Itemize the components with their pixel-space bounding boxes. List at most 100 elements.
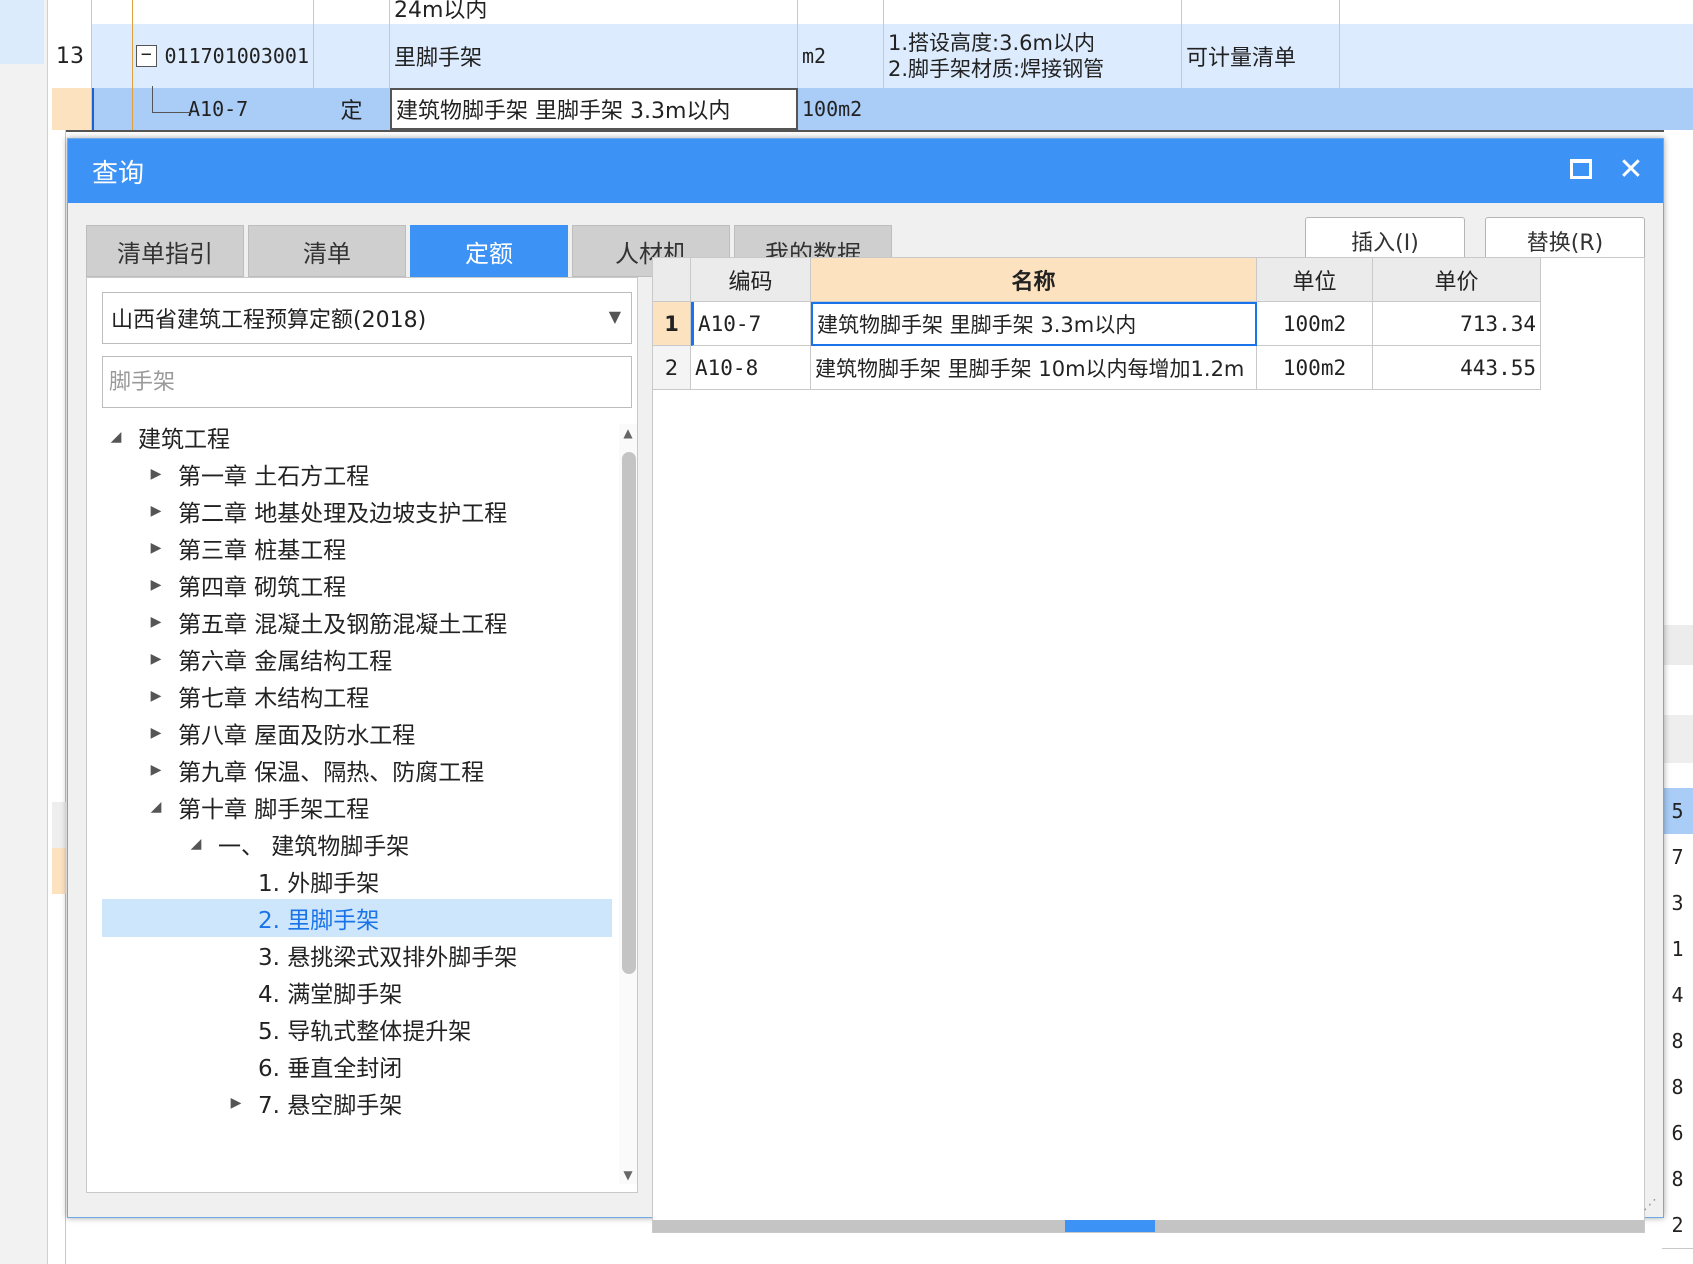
code-cell[interactable]: − 011701003001 — [92, 24, 314, 88]
type-cell[interactable] — [314, 24, 390, 88]
tree-item[interactable]: ▶ 第三章 桩基工程 — [102, 529, 612, 567]
note-cell[interactable] — [1182, 88, 1340, 130]
unit-header[interactable]: 单位 — [1257, 258, 1373, 302]
row-number: 2 — [653, 346, 691, 390]
tree-item-label: 第一章 土石方工程 — [178, 464, 370, 490]
tree-item[interactable]: ▶ 第一章 土石方工程 — [102, 455, 612, 493]
code-header[interactable]: 编码 — [691, 258, 811, 302]
expand-icon[interactable]: ▶ — [148, 540, 164, 556]
close-button[interactable]: ✕ — [1611, 149, 1651, 189]
name-cell[interactable]: 建筑物脚手架 里脚手架 10m以内每增加1.2m — [811, 346, 1257, 390]
quota-library-select[interactable]: 山西省建筑工程预算定额(2018) ▼ — [102, 292, 632, 344]
maximize-button[interactable] — [1561, 149, 1601, 189]
desc-cell[interactable] — [884, 0, 1182, 24]
tree-scrollbar[interactable]: ▲ ▼ — [619, 424, 637, 1184]
type-cell[interactable] — [314, 0, 390, 24]
tab-list-guide[interactable]: 清单指引 — [86, 225, 244, 277]
note-cell[interactable]: 可计量清单 — [1182, 24, 1340, 88]
type-cell[interactable]: 定 — [314, 88, 390, 130]
price-cell[interactable]: 713.34 — [1373, 302, 1541, 346]
scroll-thumb[interactable] — [622, 452, 636, 974]
expand-icon[interactable]: ▶ — [148, 503, 164, 519]
sheet-right-sep — [1664, 625, 1693, 665]
tree-item[interactable]: 4. 满堂脚手架 — [102, 973, 612, 1011]
tree-item-label: 2. 里脚手架 — [258, 908, 380, 934]
tree-item[interactable]: ▶ 7. 悬空脚手架 — [102, 1084, 612, 1122]
code-cell[interactable]: A10-7 — [691, 302, 811, 346]
chevron-down-icon: ▼ — [608, 307, 621, 326]
scroll-down-icon[interactable]: ▼ — [619, 1166, 637, 1184]
collapse-icon[interactable]: − — [136, 45, 157, 67]
note-cell[interactable] — [1182, 0, 1340, 24]
desc-line-2: 2.脚手架材质:焊接钢管 — [888, 57, 1105, 81]
unit-cell[interactable]: m2 — [798, 24, 884, 88]
tree-item[interactable]: ◢ 第十章 脚手架工程 — [102, 788, 612, 826]
expand-icon[interactable]: ▶ — [148, 688, 164, 704]
expanded-icon[interactable]: ◢ — [148, 799, 164, 815]
price-header[interactable]: 单价 — [1373, 258, 1541, 302]
expand-icon[interactable]: ▶ — [148, 466, 164, 482]
expand-icon[interactable]: ▶ — [148, 725, 164, 741]
tree-item-label: 6. 垂直全封闭 — [258, 1056, 403, 1082]
table-hscrollbar[interactable] — [653, 1220, 1644, 1232]
sheet-row[interactable]: 24m以内 — [52, 0, 1693, 25]
tree-item[interactable]: ▶ 第八章 屋面及防水工程 — [102, 714, 612, 752]
sheet-cell-partial: 2 — [1662, 1202, 1693, 1249]
name-header[interactable]: 名称 — [811, 258, 1257, 302]
unit-cell[interactable]: 100m2 — [1257, 302, 1373, 346]
expand-icon[interactable]: ▶ — [148, 651, 164, 667]
row-number: 13 — [52, 24, 92, 88]
expanded-icon[interactable]: ◢ — [188, 836, 204, 852]
code-cell[interactable]: A10-7 — [92, 88, 314, 130]
unit-cell[interactable] — [798, 0, 884, 24]
sheet-row[interactable]: A10-7 定 建筑物脚手架 里脚手架 3.3m以内 100m2 — [52, 88, 1693, 132]
code-cell[interactable]: A10-8 — [691, 346, 811, 390]
tree-item-label: 第三章 桩基工程 — [178, 538, 347, 564]
search-input[interactable] — [102, 356, 632, 408]
tree-item[interactable]: 6. 垂直全封闭 — [102, 1047, 612, 1085]
tree-item-label: 第十章 脚手架工程 — [178, 797, 370, 823]
tree-item[interactable]: 3. 悬挑梁式双排外脚手架 — [102, 936, 612, 974]
sheet-right-header — [1664, 715, 1693, 763]
tree-item[interactable]: 1. 外脚手架 — [102, 862, 612, 900]
expand-icon[interactable]: ▶ — [148, 762, 164, 778]
tree-item[interactable]: ▶ 第四章 砌筑工程 — [102, 566, 612, 604]
code-cell[interactable] — [92, 0, 314, 24]
tab-quota[interactable]: 定额 — [410, 225, 568, 277]
expand-icon[interactable]: ▶ — [228, 1095, 244, 1111]
expand-icon[interactable]: ▶ — [148, 577, 164, 593]
tree-item[interactable]: ▶ 第五章 混凝土及钢筋混凝土工程 — [102, 603, 612, 641]
desc-cell[interactable] — [884, 88, 1182, 130]
close-icon: ✕ — [1618, 151, 1644, 187]
tree-item[interactable]: 2. 里脚手架 — [102, 899, 612, 937]
sheet-row[interactable]: 13 − 011701003001 里脚手架 m2 1.搭设高度:3.6m以内 … — [52, 24, 1693, 89]
scroll-up-icon[interactable]: ▲ — [619, 424, 637, 442]
tree-item[interactable]: ▶ 第九章 保温、隔热、防腐工程 — [102, 751, 612, 789]
name-cell[interactable]: 里脚手架 — [390, 24, 798, 88]
name-cell[interactable]: 建筑物脚手架 里脚手架 3.3m以内 — [811, 302, 1257, 346]
maximize-icon — [1570, 159, 1592, 179]
tree-item[interactable]: ◢ 一、 建筑物脚手架 — [102, 825, 612, 863]
expand-icon[interactable]: ▶ — [148, 614, 164, 630]
tree-item[interactable]: ▶ 第二章 地基处理及边坡支护工程 — [102, 492, 612, 530]
tree-item[interactable]: ▶ 第六章 金属结构工程 — [102, 640, 612, 678]
name-cell[interactable]: 建筑物脚手架 里脚手架 3.3m以内 — [390, 88, 798, 130]
left-panel: 山西省建筑工程预算定额(2018) ▼ ◢ 建筑工程 ▶ 第一章 土石方工程 ▶ 第二章 … — [86, 277, 638, 1193]
scroll-thumb[interactable] — [1065, 1220, 1155, 1232]
price-cell[interactable]: 443.55 — [1373, 346, 1541, 390]
resize-grip-icon[interactable]: ⋰ — [1643, 1197, 1657, 1213]
tree-item[interactable]: ▶ 第七章 木结构工程 — [102, 677, 612, 715]
unit-cell[interactable]: 100m2 — [798, 88, 884, 130]
name-cell[interactable]: 24m以内 — [390, 0, 798, 24]
desc-cell[interactable]: 1.搭设高度:3.6m以内 2.脚手架材质:焊接钢管 — [884, 24, 1182, 88]
tree-item[interactable]: 5. 导轨式整体提升架 — [102, 1010, 612, 1048]
sheet-active-row — [52, 848, 66, 894]
tree-connector — [152, 112, 192, 113]
tree-item[interactable]: ◢ 建筑工程 — [102, 418, 612, 456]
expanded-icon[interactable]: ◢ — [108, 429, 124, 445]
dialog-titlebar[interactable]: 查询 ✕ — [68, 139, 1663, 203]
unit-cell[interactable]: 100m2 — [1257, 346, 1373, 390]
sheet-header-strip — [52, 802, 66, 848]
tab-list[interactable]: 清单 — [248, 225, 406, 277]
tree-item-label: 第六章 金属结构工程 — [178, 649, 393, 675]
